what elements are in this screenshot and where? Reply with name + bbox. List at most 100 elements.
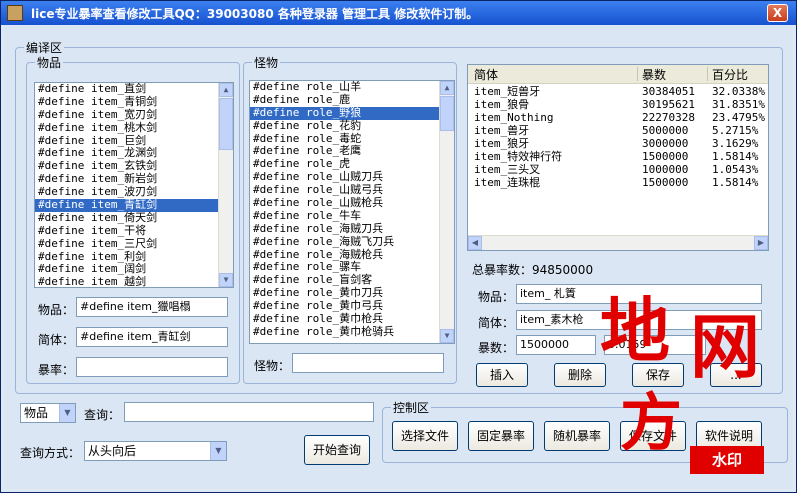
table-cell: 30384051 bbox=[642, 85, 695, 98]
scroll-up-icon[interactable]: ▲ bbox=[440, 81, 454, 95]
monsters-group-legend: 怪物 bbox=[254, 56, 279, 70]
list-item[interactable]: #define item_青缸剑 bbox=[35, 198, 233, 212]
list-item[interactable]: #define role_鹿 bbox=[250, 93, 454, 107]
list-item[interactable]: #define item_三尺剑 bbox=[35, 237, 233, 251]
table-cell: 1500000 bbox=[642, 176, 689, 189]
drop-count-field[interactable]: 1500000 bbox=[516, 335, 596, 355]
scroll-right-icon[interactable]: ▶ bbox=[754, 236, 768, 250]
simplified-field[interactable]: #define item_青缸剑 bbox=[76, 327, 228, 347]
watermark-char-2: 网 bbox=[690, 305, 760, 388]
table-cell: item_兽牙 bbox=[474, 124, 530, 137]
column-header-name[interactable]: 简体 bbox=[474, 66, 498, 83]
table-cell: 3000000 bbox=[642, 137, 689, 150]
table-cell: item_短兽牙 bbox=[474, 85, 541, 98]
simplified-field-label: 简体： bbox=[38, 333, 75, 347]
scroll-left-icon[interactable]: ◀ bbox=[468, 236, 482, 250]
random-rate-button[interactable]: 随机暴率 bbox=[544, 421, 610, 451]
list-item[interactable]: #define role_山羊 bbox=[250, 81, 454, 94]
list-item[interactable]: #define item_直剑 bbox=[35, 83, 233, 96]
drop-item-label: 物品： bbox=[478, 290, 515, 304]
list-item[interactable]: #define role_黄巾枪兵 bbox=[250, 312, 454, 326]
table-row[interactable]: item_三头叉 1000000 1.0543% bbox=[468, 163, 768, 176]
scroll-down-icon[interactable]: ▼ bbox=[440, 329, 454, 343]
drop-simplified-label: 简体： bbox=[478, 316, 515, 330]
scroll-thumb[interactable] bbox=[440, 96, 454, 131]
table-row[interactable]: item_特效神行符 1500000 1.5814% bbox=[468, 150, 768, 163]
app-icon bbox=[7, 5, 23, 21]
table-cell: 22270328 bbox=[642, 111, 695, 124]
table-row[interactable]: item_狼牙 3000000 3.1629% bbox=[468, 137, 768, 150]
watermark-char-3: 方 bbox=[620, 386, 683, 459]
table-cell: 30195621 bbox=[642, 98, 695, 111]
table-row[interactable]: item_狼骨 30195621 31.8351% bbox=[468, 98, 768, 111]
monsters-list-scrollbar[interactable]: ▲ ▼ bbox=[439, 81, 454, 343]
delete-button[interactable]: 删除 bbox=[554, 363, 606, 387]
table-cell: 5000000 bbox=[642, 124, 689, 137]
rate-field-label: 暴率： bbox=[38, 363, 75, 377]
scroll-down-icon[interactable]: ▼ bbox=[219, 273, 233, 287]
table-row[interactable]: item_Nothing 22270328 23.4795% bbox=[468, 111, 768, 124]
list-item[interactable]: #define item_青铜剑 bbox=[35, 95, 233, 109]
table-cell: 31.8351% bbox=[712, 98, 765, 111]
list-item[interactable]: #define role_黄巾枪骑兵 bbox=[250, 325, 454, 339]
insert-button[interactable]: 插入 bbox=[476, 363, 528, 387]
list-item[interactable]: #define item_宽刃剑 bbox=[35, 108, 233, 122]
scroll-up-icon[interactable]: ▲ bbox=[219, 83, 233, 97]
total-rate-label: 总暴率数：94850000 bbox=[472, 263, 594, 277]
table-cell: item_狼骨 bbox=[474, 98, 530, 111]
list-item[interactable]: #define role_山贼枪兵 bbox=[250, 196, 454, 210]
table-row[interactable]: item_短兽牙 30384051 32.0338% bbox=[468, 85, 768, 98]
list-item[interactable]: #define item_倚天剑 bbox=[35, 211, 233, 225]
table-cell: item_Nothing bbox=[474, 111, 554, 124]
list-item[interactable]: #define role_牛车 bbox=[250, 209, 454, 223]
table-cell: 1000000 bbox=[642, 163, 689, 176]
scroll-thumb[interactable] bbox=[219, 98, 233, 150]
query-mode-label: 查询方式： bbox=[20, 446, 81, 460]
control-area-legend: 控制区 bbox=[393, 401, 430, 415]
list-item[interactable]: #define role_海贼刀兵 bbox=[250, 222, 454, 236]
query-input[interactable] bbox=[124, 402, 374, 422]
chevron-down-icon[interactable]: ▼ bbox=[59, 404, 75, 422]
window-title: lice专业暴率查看修改工具QQ：39003080 各种登录器 管理工具 修改软… bbox=[31, 7, 479, 21]
table-row[interactable]: item_连珠棍 1500000 1.5814% bbox=[468, 176, 768, 189]
list-item[interactable]: #define item_干将 bbox=[35, 224, 233, 238]
query-type-select[interactable]: 物品 ▼ bbox=[20, 403, 76, 423]
items-list-scrollbar[interactable]: ▲ ▼ bbox=[218, 83, 233, 287]
drop-table[interactable]: 简体 暴数 百分比 item_短兽牙 30384051 32.0338% item_狼… bbox=[467, 64, 769, 251]
table-row[interactable]: item_兽牙 5000000 5.2715% bbox=[468, 124, 768, 137]
column-header-count[interactable]: 暴数 bbox=[642, 66, 666, 83]
table-cell: item_狼牙 bbox=[474, 137, 530, 150]
query-mode-select[interactable]: 从头向后 ▼ bbox=[84, 441, 227, 461]
watermark-badge: 水印 bbox=[690, 446, 764, 474]
item-field-label: 物品： bbox=[38, 303, 75, 317]
close-button[interactable]: X bbox=[767, 4, 788, 22]
rate-field[interactable] bbox=[76, 357, 228, 377]
table-cell: 23.4795% bbox=[712, 111, 765, 124]
column-header-percent[interactable]: 百分比 bbox=[712, 66, 748, 83]
monster-field[interactable] bbox=[292, 353, 444, 373]
items-listbox[interactable]: #define item_直剑 #define item_青铜剑 #define i… bbox=[34, 82, 234, 288]
list-item[interactable]: #define item_越剑 bbox=[35, 275, 233, 287]
chevron-down-icon[interactable]: ▼ bbox=[210, 442, 226, 460]
table-cell: 5.2715% bbox=[712, 124, 759, 137]
monsters-listbox[interactable]: #define role_山羊 #define role_鹿 #define rol… bbox=[249, 80, 455, 344]
select-file-button[interactable]: 选择文件 bbox=[392, 421, 458, 451]
item-field[interactable]: #define item_獵唱榻 bbox=[76, 297, 228, 317]
table-cell: 1.0543% bbox=[712, 163, 759, 176]
query-type-value: 物品 bbox=[24, 406, 49, 420]
fixed-rate-button[interactable]: 固定暴率 bbox=[468, 421, 534, 451]
list-item[interactable]: #define role_海贼飞刀兵 bbox=[250, 235, 454, 249]
list-item[interactable]: #define role_野狼 bbox=[250, 106, 454, 120]
query-mode-value: 从头向后 bbox=[88, 444, 137, 458]
table-cell: 1.5814% bbox=[712, 150, 759, 163]
start-query-button[interactable]: 开始查询 bbox=[304, 435, 370, 465]
table-cell: item_特效神行符 bbox=[474, 150, 563, 163]
table-cell: 3.1629% bbox=[712, 137, 759, 150]
list-item[interactable]: #define item_桃木剑 bbox=[35, 121, 233, 135]
items-group-legend: 物品 bbox=[37, 56, 62, 70]
table-cell: item_三头叉 bbox=[474, 163, 541, 176]
list-item[interactable]: #define role_花豹 bbox=[250, 119, 454, 133]
watermark-char-1: 地 bbox=[600, 289, 670, 372]
table-cell: item_连珠棍 bbox=[474, 176, 541, 189]
drop-table-hscroll[interactable]: ◀ ▶ bbox=[468, 235, 768, 250]
